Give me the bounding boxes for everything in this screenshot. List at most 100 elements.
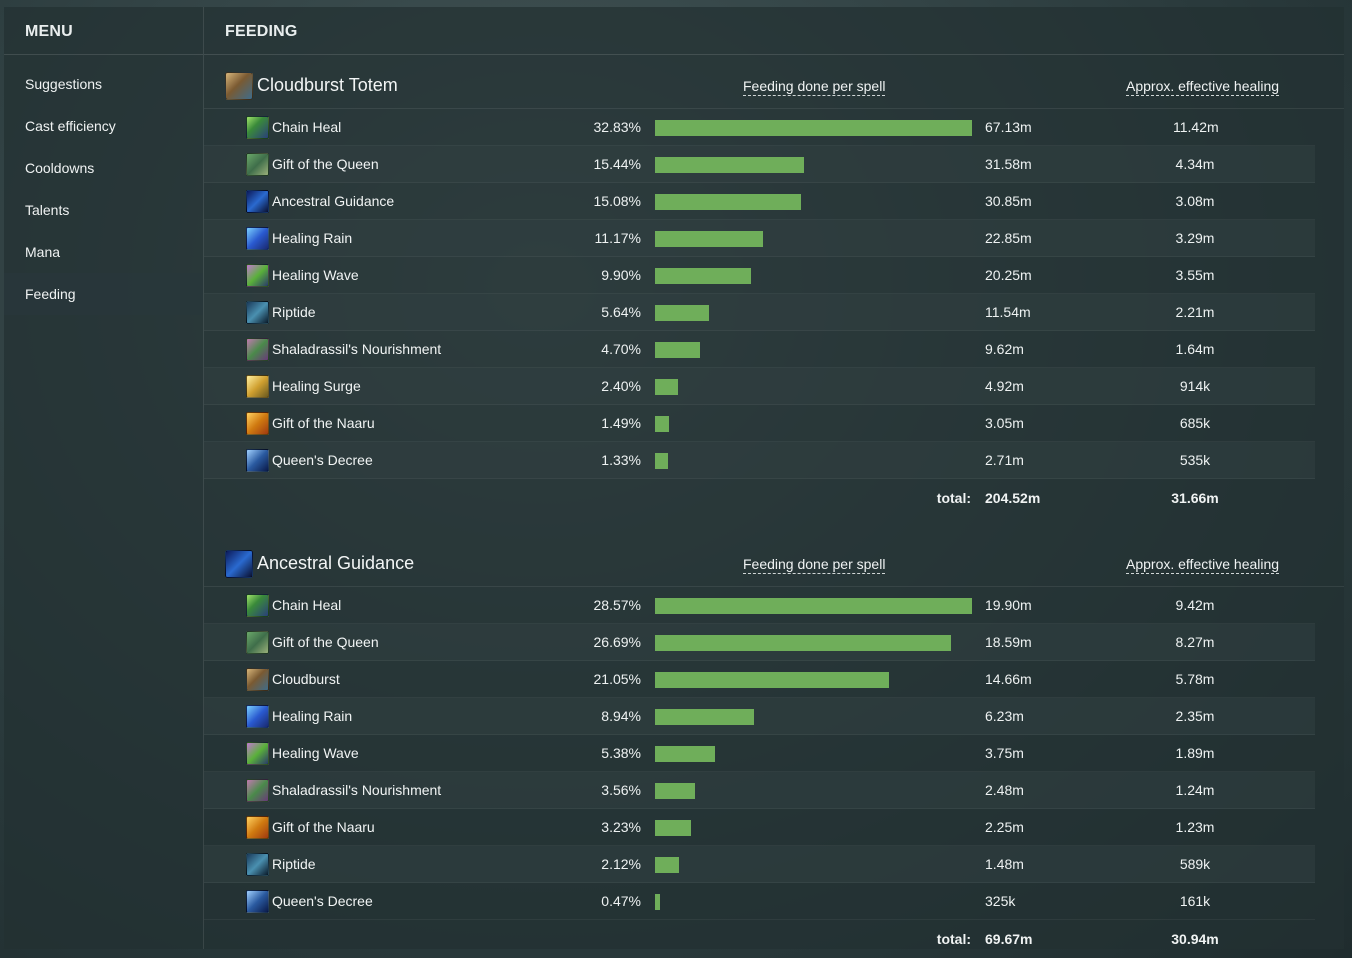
spell-name[interactable]: Healing Rain [272, 230, 352, 246]
block-header: Ancestral Guidance Feeding done per spel… [204, 533, 1344, 587]
table-row: Gift of the Naaru 3.23% 2.25m 1.23m [204, 809, 1315, 846]
menu-item-feeding[interactable]: Feeding [4, 273, 203, 315]
menu-item-cast-efficiency[interactable]: Cast efficiency [4, 105, 203, 147]
feeding-amount: 11.54m [985, 304, 1031, 320]
gift-of-the-naaru-icon [246, 412, 269, 435]
feeding-percent: 28.57% [593, 597, 641, 613]
table-row: Ancestral Guidance 15.08% 30.85m 3.08m [204, 183, 1315, 220]
feeding-bar [655, 379, 678, 395]
effective-healing: 2.21m [1175, 304, 1215, 320]
feeding-bar [655, 598, 972, 614]
spell-name[interactable]: Gift of the Naaru [272, 415, 375, 431]
table-row: Shaladrassil's Nourishment 4.70% 9.62m 1… [204, 331, 1315, 368]
gift-of-the-queen-icon [246, 153, 269, 176]
riptide-icon [246, 853, 269, 876]
spell-name[interactable]: Gift of the Naaru [272, 819, 375, 835]
table-row: Queen's Decree 1.33% 2.71m 535k [204, 442, 1315, 479]
feeding-bar-track [655, 598, 972, 614]
spell-name[interactable]: Cloudburst [272, 671, 340, 687]
spell-name[interactable]: Shaladrassil's Nourishment [272, 782, 441, 798]
spell-name[interactable]: Gift of the Queen [272, 156, 379, 172]
spell-name[interactable]: Healing Rain [272, 708, 352, 724]
spell-name[interactable]: Ancestral Guidance [272, 193, 394, 209]
total-row: total: 204.52m 31.66m [204, 479, 1344, 517]
table-row: Shaladrassil's Nourishment 3.56% 2.48m 1… [204, 772, 1315, 809]
effective-healing: 5.78m [1175, 671, 1215, 687]
feeding-bar [655, 268, 751, 284]
total-amount: 69.67m [985, 931, 1033, 947]
chain-heal-icon [246, 594, 269, 617]
feeding-percent: 32.83% [593, 119, 641, 135]
table-row: Queen's Decree 0.47% 325k 161k [204, 883, 1315, 920]
page-title: FEEDING [204, 7, 1344, 55]
total-row: total: 69.67m 30.94m [204, 920, 1344, 958]
total-amount: 204.52m [985, 490, 1041, 506]
spell-name[interactable]: Healing Surge [272, 378, 361, 394]
chain-heal-icon [246, 116, 269, 139]
healing-surge-icon [246, 375, 269, 398]
total-effective: 31.66m [1171, 490, 1219, 506]
effective-healing: 1.23m [1175, 819, 1215, 835]
total-label: total: [936, 931, 971, 947]
feeding-amount: 14.66m [985, 671, 1032, 687]
column-header-effective-healing[interactable]: Approx. effective healing [1126, 78, 1280, 96]
column-header-feeding[interactable]: Feeding done per spell [743, 78, 886, 96]
shaladrassils-nourishment-icon [246, 338, 269, 361]
feeding-percent: 8.94% [601, 708, 641, 724]
table-row: Healing Surge 2.40% 4.92m 914k [204, 368, 1315, 405]
column-header-effective-healing[interactable]: Approx. effective healing [1126, 556, 1280, 574]
total-label: total: [936, 490, 971, 506]
menu-item-cooldowns[interactable]: Cooldowns [4, 147, 203, 189]
menu-item-mana[interactable]: Mana [4, 231, 203, 273]
spell-name[interactable]: Riptide [272, 856, 316, 872]
feeding-block-cloudburst-totem: Cloudburst Totem Feeding done per spell … [204, 55, 1344, 533]
ancestral-guidance-icon [246, 190, 269, 213]
effective-healing: 4.34m [1175, 156, 1215, 172]
feeding-percent: 2.12% [601, 856, 641, 872]
feeding-bar-track [655, 783, 972, 799]
feeding-amount: 30.85m [985, 193, 1032, 209]
effective-healing: 535k [1179, 452, 1211, 468]
effective-healing: 914k [1179, 378, 1211, 394]
spell-name[interactable]: Riptide [272, 304, 316, 320]
ancestral-guidance-icon [225, 550, 253, 578]
table-row: Riptide 2.12% 1.48m 589k [204, 846, 1315, 883]
column-header-feeding[interactable]: Feeding done per spell [743, 556, 886, 574]
feeding-percent: 1.33% [601, 452, 641, 468]
feeding-percent: 0.47% [601, 893, 641, 909]
menu-list: Suggestions Cast efficiency Cooldowns Ta… [4, 55, 203, 315]
feeding-bar-track [655, 268, 972, 284]
feeding-bar [655, 672, 889, 688]
effective-healing: 11.42m [1173, 119, 1219, 135]
spell-name[interactable]: Healing Wave [272, 267, 359, 283]
spell-name[interactable]: Queen's Decree [272, 893, 373, 909]
feeding-bar [655, 120, 972, 136]
table-row: Gift of the Queen 26.69% 18.59m 8.27m [204, 624, 1315, 661]
healing-rain-icon [246, 227, 269, 250]
feeding-percent: 3.23% [601, 819, 641, 835]
table-row: Riptide 5.64% 11.54m 2.21m [204, 294, 1315, 331]
feeding-bar-track [655, 894, 972, 910]
feeding-amount: 3.05m [985, 415, 1024, 431]
feeding-bar-track [655, 709, 972, 725]
spell-name[interactable]: Shaladrassil's Nourishment [272, 341, 441, 357]
spell-name[interactable]: Healing Wave [272, 745, 359, 761]
feeding-bar [655, 635, 951, 651]
spell-name[interactable]: Queen's Decree [272, 452, 373, 468]
feeding-amount: 3.75m [985, 745, 1024, 761]
menu-item-talents[interactable]: Talents [4, 189, 203, 231]
feeding-bar-track [655, 305, 972, 321]
spell-name[interactable]: Chain Heal [272, 597, 341, 613]
feeding-bar-track [655, 231, 972, 247]
cloudburst-totem-icon [225, 72, 253, 100]
spell-name[interactable]: Chain Heal [272, 119, 341, 135]
feeding-bar-track [655, 157, 972, 173]
feeding-bar [655, 820, 691, 836]
gift-of-the-queen-icon [246, 631, 269, 654]
feeding-bar [655, 416, 669, 432]
spell-name[interactable]: Gift of the Queen [272, 634, 379, 650]
feeding-blocks: Cloudburst Totem Feeding done per spell … [204, 55, 1344, 958]
menu-item-suggestions[interactable]: Suggestions [4, 63, 203, 105]
effective-healing: 1.24m [1175, 782, 1215, 798]
